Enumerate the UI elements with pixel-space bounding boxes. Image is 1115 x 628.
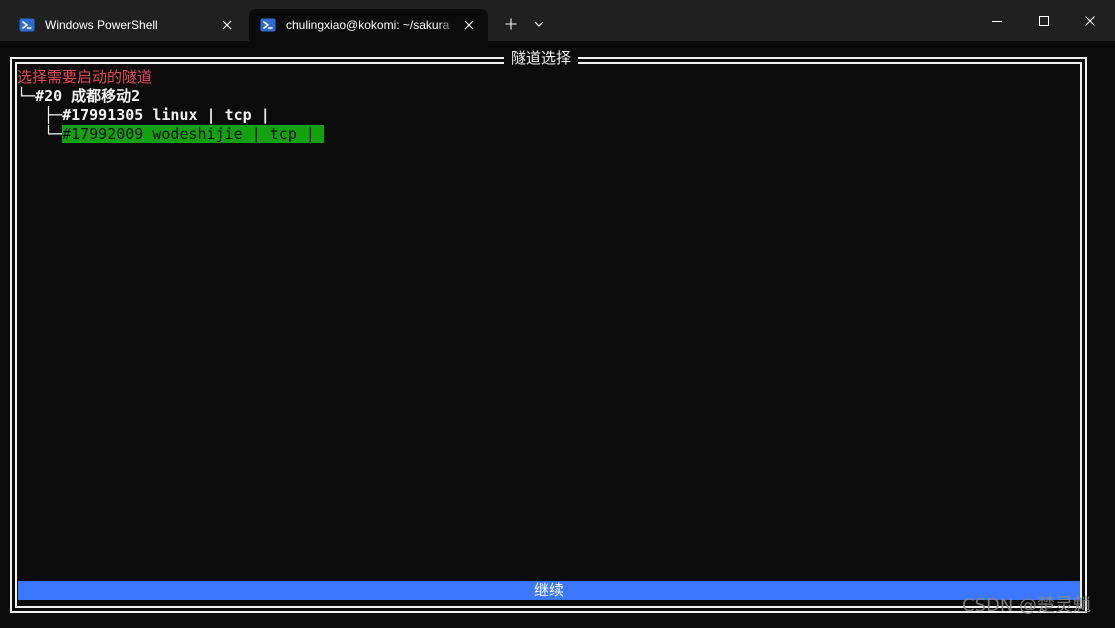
tunnel-item-selected[interactable]: └─#17992009 wodeshijie | tcp | xyxy=(44,125,324,144)
new-tab-button[interactable] xyxy=(498,9,524,39)
tunnel-item-label: #17992009 wodeshijie | tcp | xyxy=(62,125,324,143)
minimize-button[interactable] xyxy=(974,0,1020,41)
continue-button[interactable]: 继续 xyxy=(18,581,1080,600)
close-icon[interactable] xyxy=(458,14,480,36)
dialog-title: 隧道选择 xyxy=(504,48,579,68)
tab-title: Windows PowerShell xyxy=(45,18,158,32)
tab-title: chulingxiao@kokomi: ~/sakura xyxy=(286,18,450,32)
prompt-text: 选择需要启动的隧道 xyxy=(17,68,153,86)
tab-chulingxiao-kokomi[interactable]: chulingxiao@kokomi: ~/sakura xyxy=(249,9,488,41)
title-bar: Windows PowerShell chulingxiao@kokomi: ~… xyxy=(0,0,1115,41)
terminal-window: Windows PowerShell chulingxiao@kokomi: ~… xyxy=(0,0,1115,628)
close-icon[interactable] xyxy=(216,14,238,36)
tree-branch: └─ xyxy=(44,125,63,143)
tab-windows-powershell[interactable]: Windows PowerShell xyxy=(8,9,246,41)
maximize-icon xyxy=(1039,15,1049,26)
plus-icon xyxy=(505,18,517,30)
tunnel-item[interactable]: ├─#17991305 linux | tcp | xyxy=(44,106,270,125)
watermark: CSDN @楚灵魈 xyxy=(962,595,1092,616)
powershell-icon xyxy=(19,18,35,32)
tab-dropdown-button[interactable] xyxy=(528,9,550,39)
tree-branch: └─ xyxy=(17,87,36,105)
window-close-button[interactable] xyxy=(1067,0,1113,41)
maximize-button[interactable] xyxy=(1021,0,1067,41)
powershell-icon xyxy=(260,18,276,32)
chevron-down-icon xyxy=(534,21,544,27)
tree-group-label: #20 成都移动2 xyxy=(35,87,141,105)
minimize-icon xyxy=(992,20,1002,22)
window-close-icon xyxy=(1085,15,1095,26)
tree-group-node[interactable]: └─#20 成都移动2 xyxy=(17,87,140,106)
tree-branch: ├─ xyxy=(44,106,63,124)
tunnel-item-label: #17991305 linux | tcp | xyxy=(62,106,270,124)
terminal-content[interactable]: 隧道选择 选择需要启动的隧道 └─#20 成都移动2 ├─#17991305 l… xyxy=(0,41,1115,628)
